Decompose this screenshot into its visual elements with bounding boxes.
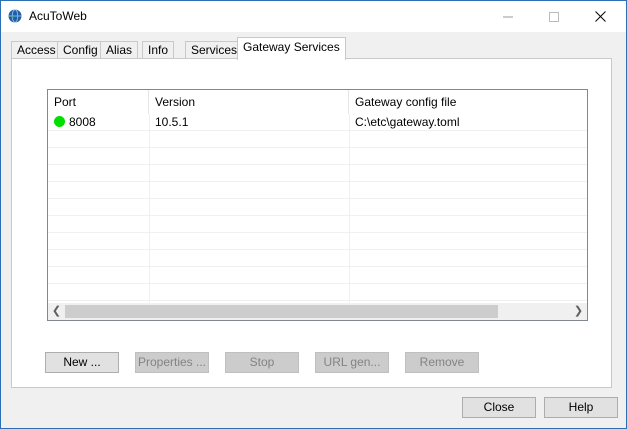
cell-config-file: C:\etc\gateway.toml: [355, 115, 460, 129]
gateway-services-panel: Port Version Gateway config file 8008 10…: [11, 58, 612, 388]
remove-button[interactable]: Remove: [405, 352, 479, 373]
empty-row: [48, 233, 587, 250]
globe-icon: [8, 9, 22, 23]
title-bar[interactable]: AcuToWeb: [1, 1, 626, 32]
scroll-right-icon[interactable]: ❯: [570, 303, 587, 320]
table-row[interactable]: 8008 10.5.1 C:\etc\gateway.toml: [48, 114, 587, 131]
stop-button[interactable]: Stop: [225, 352, 299, 373]
minimize-icon: [503, 16, 513, 17]
empty-row: [48, 284, 587, 301]
maximize-button[interactable]: [531, 1, 577, 32]
gateway-services-list[interactable]: Port Version Gateway config file 8008 10…: [47, 89, 588, 321]
scroll-left-icon[interactable]: ❮: [48, 303, 65, 320]
tab-gateway-services[interactable]: Gateway Services: [237, 37, 346, 60]
window-title: AcuToWeb: [29, 9, 87, 23]
window-close-button[interactable]: [577, 1, 623, 32]
cell-port: 8008: [48, 114, 96, 131]
close-button[interactable]: Close: [462, 397, 536, 418]
new-button[interactable]: New ...: [45, 352, 119, 373]
list-header: Port Version Gateway config file: [48, 90, 587, 114]
properties-button[interactable]: Properties ...: [135, 352, 209, 373]
column-header-port[interactable]: Port: [48, 90, 149, 114]
empty-row: [48, 250, 587, 267]
app-window: AcuToWeb Access Config Alias Info Servic…: [0, 0, 627, 429]
url-gen-button[interactable]: URL gen...: [315, 352, 389, 373]
empty-row: [48, 267, 587, 284]
status-indicator-icon: [54, 116, 65, 127]
minimize-button[interactable]: [485, 1, 531, 32]
empty-row: [48, 131, 587, 148]
scrollbar-thumb[interactable]: [65, 305, 498, 318]
column-header-config-file[interactable]: Gateway config file: [349, 90, 587, 114]
empty-row: [48, 165, 587, 182]
help-button[interactable]: Help: [544, 397, 618, 418]
empty-row: [48, 148, 587, 165]
cell-version: 10.5.1: [155, 115, 189, 129]
port-value: 8008: [69, 115, 96, 129]
maximize-icon: [549, 11, 559, 22]
empty-row: [48, 216, 587, 233]
column-header-version[interactable]: Version: [149, 90, 349, 114]
empty-row: [48, 199, 587, 216]
horizontal-scrollbar[interactable]: ❮ ❯: [48, 303, 587, 320]
close-icon: [594, 11, 606, 22]
empty-row: [48, 182, 587, 199]
